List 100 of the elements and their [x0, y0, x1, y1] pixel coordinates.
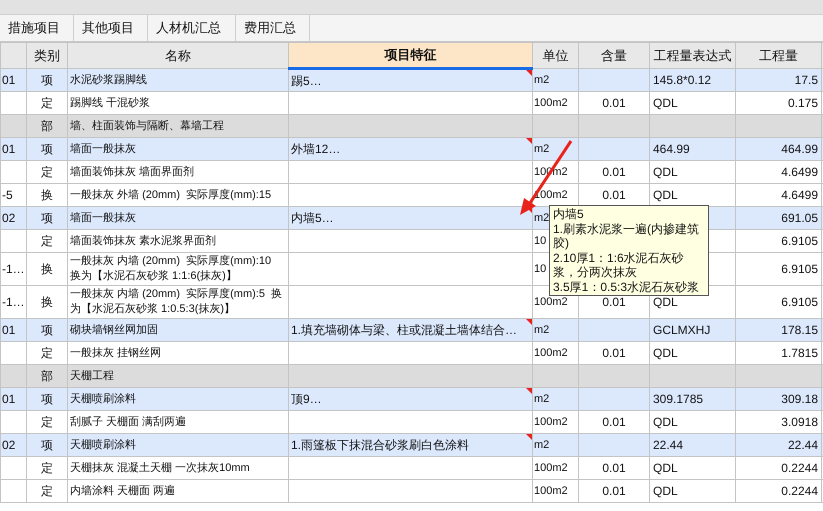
unit-cell: m2	[534, 324, 550, 336]
type-cell: 换	[41, 262, 53, 276]
tooltip-line: 内墙5	[553, 207, 585, 222]
code-cell: 01	[2, 142, 16, 156]
expression-cell: QDL	[653, 346, 678, 360]
unit-cell: m2	[534, 393, 550, 405]
quantity-cell: 0.2244	[781, 461, 818, 475]
column-header[interactable]: 工程量	[736, 42, 822, 68]
column-header[interactable]: 单位	[532, 42, 578, 68]
expression-cell: 22.44	[653, 438, 684, 452]
expression-cell: QDL	[653, 188, 678, 202]
unit-cell: 100m2	[534, 462, 568, 474]
quantity-cell: 3.0918	[781, 415, 818, 429]
expression-cell: QDL	[653, 295, 678, 309]
name-cell: 天棚喷刷涂料	[70, 392, 136, 404]
name-cell: 墙面装饰抹灰 墙面界面剂	[70, 166, 194, 178]
content-cell: 0.01	[602, 96, 626, 110]
quantity-cell: 691.05	[781, 211, 818, 225]
code-cell: 02	[2, 438, 16, 452]
expression-cell: 309.1785	[653, 392, 704, 406]
feature-cell: 顶9…	[291, 392, 322, 406]
tooltip-line: 2.10厚1：1:6水泥石灰砂浆，分两次抹灰	[553, 250, 685, 280]
content-cell: 0.01	[602, 188, 626, 202]
quantity-cell: 309.18	[781, 392, 818, 406]
code-cell: -1…	[2, 262, 25, 276]
tab[interactable]: 费用汇总	[236, 15, 310, 41]
feature-cell: 1.填充墙砌体与梁、柱或混凝土墙体结合…	[291, 323, 518, 337]
column-header[interactable]: 含量	[578, 42, 650, 68]
expression-cell: 145.8*0.12	[653, 73, 712, 87]
unit-cell: 100m2	[534, 416, 568, 428]
column-header[interactable]: 项目特征	[288, 42, 532, 68]
type-cell: 定	[41, 461, 53, 475]
code-cell: 01	[2, 73, 16, 87]
name-cell-text: 一般抹灰 内墙 (20mm) 实际厚度(mm):10 换为【水泥石灰砂浆 1:1:6(抹灰)】	[70, 255, 272, 282]
quantity-cell: 4.6499	[781, 165, 818, 179]
name-cell: 刮腻子 天棚面 满刮两遍	[70, 416, 186, 428]
tab[interactable]: 其他项目	[74, 15, 148, 41]
quantity-cell: 22.44	[788, 438, 818, 452]
unit-cell: 10	[534, 263, 546, 275]
name-cell: 墙、柱面装饰与隔断、幕墙工程	[70, 120, 224, 132]
name-cell: 水泥砂浆踢脚线	[70, 74, 147, 86]
name-cell: 一般抹灰 挂钢丝网	[70, 346, 162, 358]
unit-cell: m2	[534, 439, 550, 451]
column-header[interactable]: 名称	[68, 42, 288, 68]
type-cell: 定	[41, 96, 53, 110]
unit-cell: m2	[534, 74, 550, 86]
name-cell: 墙面一般抹灰	[70, 142, 136, 154]
quantity-cell: 1.7815	[781, 346, 818, 360]
content-cell: 0.01	[602, 484, 626, 498]
type-cell: 项	[41, 323, 53, 337]
expression-cell: QDL	[653, 461, 678, 475]
type-cell: 部	[41, 369, 53, 383]
name-cell: 砌块墙钢丝网加固	[70, 324, 158, 336]
type-cell: 项	[41, 211, 53, 225]
unit-cell: 100m2	[534, 296, 568, 308]
code-cell: 01	[2, 392, 16, 406]
name-cell: 踢脚线 干混砂浆	[70, 96, 150, 108]
content-cell: 0.01	[602, 461, 626, 475]
content-cell: 0.01	[602, 165, 626, 179]
name-cell: 墙面装饰抹灰 素水泥浆界面剂	[70, 234, 216, 246]
expression-cell: QDL	[653, 484, 678, 498]
feature-cell: 内墙5…	[291, 211, 334, 225]
type-cell: 换	[41, 295, 53, 309]
tooltip-line: 1.刷素水泥浆一遍(内掺建筑胶)	[553, 222, 700, 250]
quantity-cell: 0.2244	[781, 484, 818, 498]
expression-cell: QDL	[653, 415, 678, 429]
feature-cell: 踢5…	[291, 74, 322, 88]
quantity-cell: 0.175	[788, 96, 818, 110]
quantity-cell: 464.99	[781, 142, 818, 156]
unit-cell: 10	[534, 235, 546, 247]
tab[interactable]: 人材机汇总	[148, 15, 236, 41]
column-header[interactable]	[0, 42, 26, 68]
type-cell: 定	[41, 346, 53, 360]
column-header[interactable]: 类别	[26, 42, 68, 68]
quantity-cell: 17.5	[794, 73, 818, 87]
unit-cell: 100m2	[534, 485, 568, 497]
type-cell: 定	[41, 234, 53, 248]
quantity-cell: 178.15	[781, 323, 818, 337]
content-cell: 0.01	[602, 346, 626, 360]
code-cell: 02	[2, 211, 16, 225]
expression-cell: QDL	[653, 165, 678, 179]
quantity-cell: 6.9105	[781, 262, 818, 276]
content-cell: 0.01	[602, 295, 626, 309]
type-cell: 项	[41, 392, 53, 406]
code-cell: -5	[2, 188, 13, 202]
quantity-cell: 4.6499	[781, 188, 818, 202]
name-cell: 天棚工程	[70, 370, 114, 382]
content-cell: 0.01	[602, 415, 626, 429]
code-cell: 01	[2, 323, 16, 337]
feature-cell: 外墙12…	[291, 142, 340, 156]
type-cell: 项	[41, 142, 53, 156]
type-cell: 项	[41, 73, 53, 87]
type-cell: 定	[41, 165, 53, 179]
type-cell: 定	[41, 484, 53, 498]
column-header[interactable]: 工程量表达式	[650, 42, 736, 68]
unit-cell: m2	[534, 212, 550, 224]
tab[interactable]: 措施项目	[0, 15, 74, 41]
feature-cell: 1.雨篷板下抹混合砂浆刷白色涂料	[291, 438, 470, 452]
quantity-cell: 6.9105	[781, 295, 818, 309]
expression-cell: QDL	[653, 96, 678, 110]
